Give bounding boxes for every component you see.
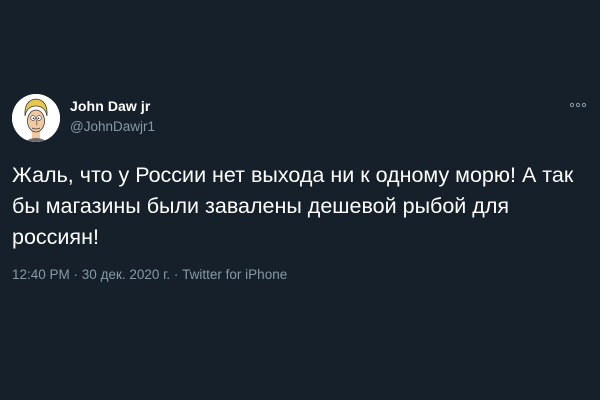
tweet-card: John Daw jr @JohnDawjr1 Жаль, что у Росс…: [0, 0, 600, 400]
tweet-source[interactable]: Twitter for iPhone: [182, 267, 287, 282]
meta-separator: ·: [170, 267, 183, 282]
display-name[interactable]: John Daw jr: [70, 98, 150, 114]
tweet-time[interactable]: 12:40 PM: [12, 267, 70, 282]
cartoon-avatar-icon: [12, 94, 60, 142]
tweet-text: Жаль, что у России нет выхода ни к одном…: [12, 163, 580, 249]
more-dots-icon[interactable]: [568, 100, 588, 110]
user-handle[interactable]: @JohnDawjr1: [70, 119, 155, 134]
avatar[interactable]: [12, 94, 60, 142]
meta-separator: ·: [69, 267, 82, 282]
tweet-date[interactable]: 30 дек. 2020 г.: [82, 267, 170, 282]
tweet-metadata: 12:40 PM · 30 дек. 2020 г. · Twitter for…: [12, 267, 287, 282]
